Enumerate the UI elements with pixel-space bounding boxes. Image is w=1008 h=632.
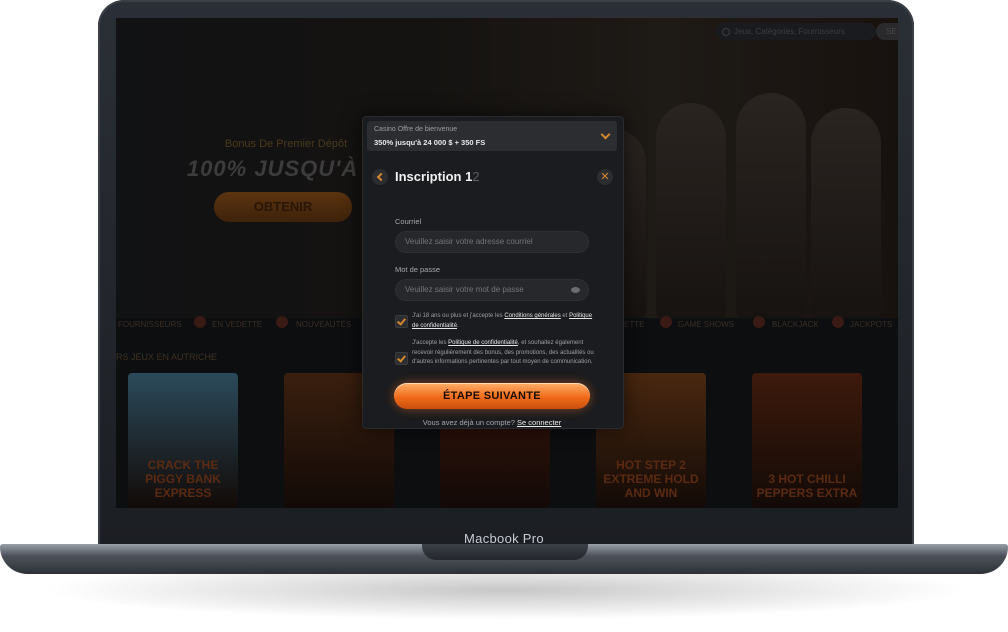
check-icon [397, 316, 406, 326]
category-jackpots[interactable]: JACKPOTS [850, 320, 892, 329]
category-partial[interactable]: ETTE [624, 320, 644, 329]
email-label: Courriel [395, 217, 422, 226]
consent-text: . [457, 322, 459, 329]
game-tile[interactable]: CRACK THE PIGGY BANK EXPRESS [128, 373, 238, 508]
welcome-offer-select[interactable]: Casino Offre de bienvenue 350% jusqu'à 2… [367, 121, 617, 151]
category-blackjack[interactable]: BLACKJACK [772, 320, 819, 329]
search-input[interactable]: Jeux, Catégories, Fournisseurs [716, 23, 876, 40]
check-icon [397, 353, 406, 363]
next-step-button[interactable]: ÉTAPE SUIVANTE [394, 383, 590, 409]
game-tile-label: CRACK THE PIGGY BANK EXPRESS [145, 458, 221, 500]
password-label: Mot de passe [395, 265, 441, 274]
consent-text: et [560, 313, 570, 319]
category-new[interactable]: NOUVEAUTÉS [296, 320, 351, 329]
game-tile[interactable]: 3 HOT CHILLI PEPPERS EXTRA [752, 373, 862, 508]
modal-title-text: Inscription [395, 169, 462, 184]
chevron-down-icon [600, 129, 611, 140]
password-field[interactable] [395, 279, 589, 301]
game-show-icon [660, 316, 672, 328]
login-prompt: Vous avez déjà un compte? Se connecter [363, 418, 621, 427]
promo-button[interactable]: OBTENIR [214, 192, 352, 222]
privacy-link-2[interactable]: Politique de confidentialité [448, 340, 518, 346]
terms-link[interactable]: Conditions générales [504, 313, 560, 319]
eye-icon[interactable] [571, 287, 580, 293]
lightning-icon [276, 316, 288, 328]
jackpot-icon [832, 316, 844, 328]
modal-title: Inscription 12 [395, 169, 480, 184]
game-tile-label: HOT STEP 2 EXTREME HOLD AND WIN [603, 458, 699, 500]
device-label: Macbook Pro [464, 531, 544, 546]
login-link[interactable]: Se connecter [517, 418, 561, 427]
registration-modal: Casino Offre de bienvenue 350% jusqu'à 2… [362, 116, 624, 429]
consent-text: J'accepte les [412, 340, 449, 346]
category-featured[interactable]: EN VEDETTE [212, 320, 262, 329]
cards-icon [753, 316, 765, 328]
category-providers[interactable]: FOURNISSEURS [118, 320, 182, 329]
laptop-notch [422, 544, 588, 560]
login-prompt-text: Vous avez déjà un compte? [422, 418, 515, 427]
section-title: RS JEUX EN AUTRICHE [116, 352, 218, 362]
screen: Jeux, Catégories, Fournisseurs SE Bonus … [116, 18, 898, 508]
close-button[interactable]: ✕ [597, 169, 613, 185]
promo-title: Bonus De Premier Dépôt [224, 138, 348, 150]
person [736, 93, 806, 318]
terms-checkbox[interactable] [395, 315, 408, 328]
top-bar: Jeux, Catégories, Fournisseurs SE [116, 18, 898, 44]
back-button[interactable] [372, 169, 388, 185]
person [656, 103, 726, 318]
step-total: 2 [472, 169, 480, 184]
search-button[interactable]: SE [876, 23, 898, 40]
offer-label: Casino Offre de bienvenue [374, 126, 458, 133]
chevron-left-icon [376, 172, 386, 182]
email-field[interactable] [395, 231, 589, 253]
offer-value: 350% jusqu'à 24 000 $ + 350 FS [374, 138, 486, 147]
person [811, 108, 881, 318]
search-icon [722, 28, 730, 36]
terms-consent-text: J'ai 18 ans ou plus et j'accepte les Con… [412, 312, 597, 331]
marketing-consent-text: J'accepte les Politique de confidentiali… [412, 339, 597, 368]
consent-text: J'ai 18 ans ou plus et j'accepte les [412, 313, 505, 319]
category-game-shows[interactable]: GAME SHOWS [678, 320, 734, 329]
close-icon: ✕ [600, 171, 610, 183]
star-icon [194, 316, 206, 328]
marketing-checkbox[interactable] [395, 352, 408, 365]
game-tile-label: 3 HOT CHILLI PEPPERS EXTRA [756, 472, 858, 500]
